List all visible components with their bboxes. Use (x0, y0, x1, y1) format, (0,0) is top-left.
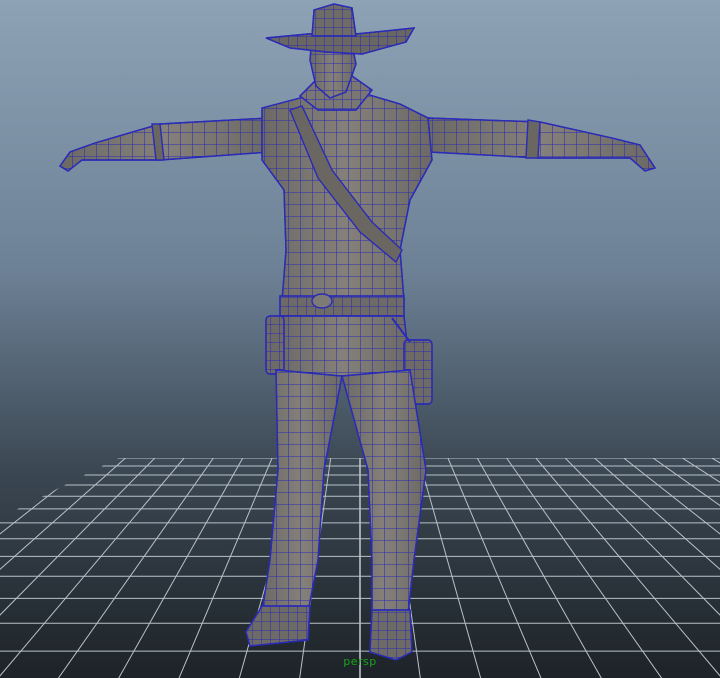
holster[interactable] (265, 315, 285, 375)
left-leg[interactable] (261, 369, 343, 613)
right-arm[interactable] (427, 117, 657, 172)
cowboy-hat[interactable] (265, 3, 416, 55)
grid-line (447, 458, 547, 678)
grid-line (652, 458, 720, 678)
floor-grid (0, 458, 720, 678)
viewport-canvas[interactable] (0, 0, 720, 678)
grid-line (0, 458, 156, 678)
left-arm[interactable] (58, 117, 271, 172)
camera-name-label: persp (343, 655, 377, 668)
maya-perspective-viewport[interactable]: persp (0, 0, 720, 678)
belt[interactable] (279, 293, 405, 319)
grid-line (418, 458, 485, 678)
left-boot[interactable] (245, 605, 311, 647)
grid-line (0, 458, 185, 678)
grid-line (682, 458, 720, 678)
grid-line (0, 458, 38, 678)
right-boot[interactable] (369, 609, 413, 661)
grid-line (594, 458, 720, 678)
character-mesh[interactable] (58, 3, 657, 661)
grid-line (506, 458, 671, 678)
right-leg[interactable] (341, 369, 427, 617)
grid-line (0, 458, 126, 678)
grid-line (535, 458, 720, 678)
grid-line (111, 458, 244, 678)
grid-line (476, 458, 609, 678)
grid-line (0, 458, 68, 678)
grid-line (49, 458, 214, 678)
grid-line (564, 458, 720, 678)
